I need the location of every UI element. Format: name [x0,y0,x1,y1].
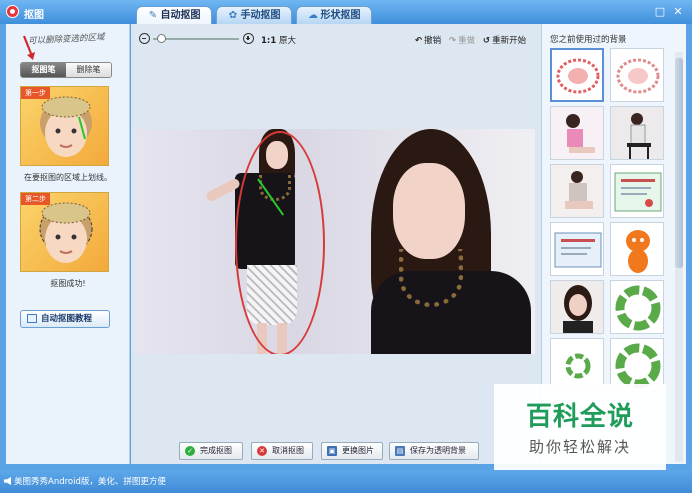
woman-photo-icon [551,107,603,159]
selection-ellipse [235,131,325,354]
tab-auto-cutout[interactable]: ✎ 自动抠图 [136,6,212,24]
undo-icon: ↶ [415,36,423,46]
restore-button[interactable]: □ [652,4,668,19]
speaker-icon [4,477,11,485]
orange-mascot-icon [611,223,663,275]
scrollbar-thumb[interactable] [675,58,683,268]
tutorial-button[interactable]: 自动抠图教程 [20,310,110,328]
window-title: 抠图 [24,10,44,21]
actual-size-button[interactable]: 1:1 原大 [261,34,296,46]
status-bar: 美图秀秀Android版，美化、拼图更方便 [0,470,692,493]
hint-text: 可以删除变选的区域 [27,32,105,47]
zoom-in-icon[interactable] [243,33,254,44]
toolbar: 1:1 原大 ↶ 撤销 ↷ 重做 ↺ 重新开始 [131,24,541,54]
woman-chair-icon [611,107,663,159]
redo-button[interactable]: ↷ 重做 [449,34,475,46]
title-bar: 抠图 ✎ 自动抠图 ✿ 手动抠图 ☁ 形状抠图 □ ✕ [0,0,692,24]
zoom-out-icon[interactable] [139,33,150,44]
save-icon: ▤ [395,446,405,456]
brush-icon: ✎ [148,10,158,21]
background-thumbnail[interactable] [550,164,604,218]
red-pattern-icon [616,58,660,94]
background-thumbnail[interactable] [610,106,664,160]
tab-shape-cutout[interactable]: ☁ 形状抠图 [296,6,372,24]
certificate-icon [614,172,662,212]
shape-icon: ☁ [308,10,318,21]
cutout-pen-button[interactable]: 抠图笔 [21,63,66,77]
left-panel: 可以删除变选的区域 抠图笔 删除笔 第一步 在要抠图的区域上划线。 第二步 抠图… [6,24,130,464]
woman-sitting-icon [551,165,603,217]
action-bar: ✓ 完成抠图 ✕ 取消抠图 ▣ 更换图片 ▤ 保存为透明背景 [131,438,541,464]
background-thumbnail[interactable] [550,48,604,102]
cancel-icon: ✕ [257,446,267,456]
portrait-necklace [399,249,463,307]
check-icon: ✓ [185,446,195,456]
portrait-face [393,163,465,259]
watermark-title: 百科全说 [525,402,634,432]
image-canvas[interactable] [135,129,535,354]
step2-badge: 第二步 [21,193,50,205]
step2-caption: 抠图成功! [50,279,86,288]
restart-icon: ↺ [483,36,491,46]
pen-toggle: 抠图笔 删除笔 [20,62,112,78]
scrollbar[interactable] [675,52,683,462]
background-thumbnail[interactable] [550,106,604,160]
background-thumbnail[interactable] [550,280,604,334]
step2-thumbnail: 第二步 [20,192,109,272]
background-thumbnail[interactable] [610,222,664,276]
finish-cutout-button[interactable]: ✓ 完成抠图 [179,442,243,460]
zoom-slider-handle[interactable] [156,34,166,43]
redo-icon: ↷ [449,36,457,46]
close-button[interactable]: ✕ [670,4,686,19]
watermark-subtitle: 助你轻松解决 [528,438,631,456]
step1-thumbnail: 第一步 [20,86,109,166]
woman-portrait-icon [551,281,603,333]
background-thumbnail[interactable] [550,222,604,276]
tab-manual-cutout[interactable]: ✿ 手动抠图 [216,6,292,24]
app-logo-icon [6,5,19,18]
save-transparent-button[interactable]: ▤ 保存为透明背景 [389,442,479,460]
main-area: 1:1 原大 ↶ 撤销 ↷ 重做 ↺ 重新开始 ✓ 完成抠图 ✕ 取消抠图 ▣ … [131,24,541,464]
certificate-icon [554,232,602,268]
image-icon: ▣ [327,446,337,456]
background-thumbnail[interactable] [610,164,664,218]
step1-badge: 第一步 [21,87,50,99]
red-pattern-icon [556,58,600,94]
step1-caption: 在要抠图的区域上划线。 [24,173,112,182]
panel-title: 您之前使用过的背景 [550,35,627,45]
change-image-button[interactable]: ▣ 更换图片 [321,442,383,460]
background-thumbnail[interactable] [610,48,664,102]
watermark: 百科全说 助你轻松解决 [494,384,666,470]
gear-icon: ✿ [228,10,238,21]
undo-button[interactable]: ↶ 撤销 [415,34,441,46]
restart-button[interactable]: ↺ 重新开始 [483,34,526,46]
book-icon [27,314,37,323]
green-ring-icon [615,285,661,331]
eraser-pen-button[interactable]: 删除笔 [66,63,111,77]
background-thumbnail[interactable] [610,280,664,334]
status-text[interactable]: 美图秀秀Android版，美化、拼图更方便 [14,475,166,487]
zoom-slider[interactable] [153,38,239,40]
cancel-cutout-button[interactable]: ✕ 取消抠图 [251,442,313,460]
